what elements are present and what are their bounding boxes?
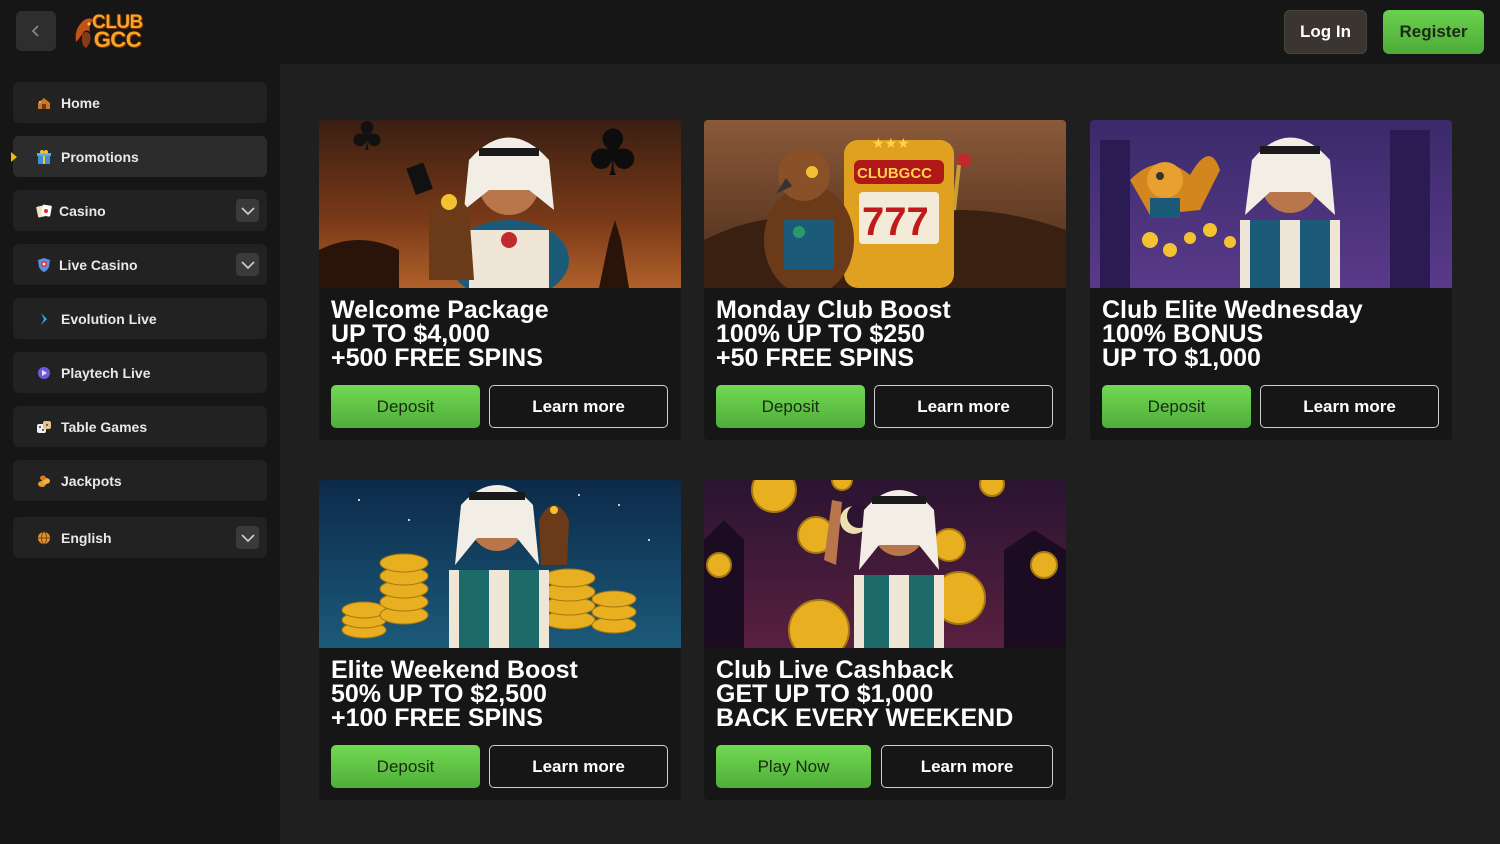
- chevron-down-icon[interactable]: [236, 199, 259, 222]
- learn-more-button[interactable]: Learn more: [489, 745, 668, 788]
- sidebar-item-label: Table Games: [61, 418, 148, 435]
- promo-title: Club Elite Wednesday 100% BONUS UP TO $1…: [1102, 296, 1363, 372]
- chevron-left-icon: [31, 25, 39, 37]
- learn-more-button[interactable]: Learn more: [489, 385, 668, 428]
- sidebar-item-label: Home: [61, 94, 100, 111]
- promo-image-welcome: ♣ ♣: [319, 120, 681, 288]
- promo-image-cashback: [704, 480, 1066, 648]
- promo-title-line2: GET UP TO $1,000: [716, 680, 934, 708]
- promo-image-wednesday: [1090, 120, 1452, 288]
- sidebar-item-label: Live Casino: [59, 256, 138, 273]
- sidebar-item-live-casino[interactable]: Live Casino: [13, 244, 267, 285]
- evolution-icon: [35, 310, 53, 328]
- sidebar-item-label: Jackpots: [61, 472, 122, 489]
- gift-icon: [35, 148, 53, 166]
- clubgcc-logo[interactable]: CLUB GCC: [70, 6, 150, 58]
- promo-title-line2: 100% BONUS: [1102, 320, 1264, 348]
- cards-icon: [35, 202, 53, 220]
- chevron-down-icon[interactable]: [236, 526, 259, 549]
- promo-title-line3: +100 FREE SPINS: [331, 704, 543, 732]
- promo-title-line1: Monday Club Boost: [716, 296, 951, 324]
- playtech-icon: [35, 364, 53, 382]
- promo-title-line1: Club Live Cashback: [716, 656, 954, 684]
- promo-title-line1: Elite Weekend Boost: [331, 656, 578, 684]
- promo-title: Elite Weekend Boost 50% UP TO $2,500 +10…: [331, 656, 578, 732]
- promo-card-club-live-cashback: Club Live Cashback GET UP TO $1,000 BACK…: [704, 480, 1066, 800]
- promo-image-monday: CLUBGCC ★★★ 777: [704, 120, 1066, 288]
- sidebar-item-label: Casino: [59, 202, 106, 219]
- deposit-button[interactable]: Deposit: [1102, 385, 1251, 428]
- deposit-button[interactable]: Deposit: [331, 385, 480, 428]
- learn-more-button[interactable]: Learn more: [1260, 385, 1439, 428]
- language-selector[interactable]: English: [13, 517, 267, 558]
- svg-text:777: 777: [862, 200, 929, 244]
- promo-card-club-elite-wednesday: Club Elite Wednesday 100% BONUS UP TO $1…: [1090, 120, 1452, 440]
- promo-image-weekend: [319, 480, 681, 648]
- chevron-down-icon[interactable]: [236, 253, 259, 276]
- login-button[interactable]: Log In: [1284, 10, 1367, 54]
- collapse-sidebar-button[interactable]: [16, 11, 56, 51]
- sidebar-item-table-games[interactable]: Table Games: [13, 406, 267, 447]
- top-header: CLUB GCC Log In Register: [0, 0, 1500, 64]
- logo-text-gcc: GCC: [93, 27, 142, 52]
- promo-title-line3: +500 FREE SPINS: [331, 344, 543, 372]
- svg-text:♣: ♣: [349, 120, 385, 160]
- promo-title: Welcome Package UP TO $4,000 +500 FREE S…: [331, 296, 549, 372]
- promo-title-line1: Club Elite Wednesday: [1102, 296, 1363, 324]
- svg-text:★★★: ★★★: [872, 136, 910, 152]
- promo-card-elite-weekend-boost: Elite Weekend Boost 50% UP TO $2,500 +10…: [319, 480, 681, 800]
- sidebar-item-playtech-live[interactable]: Playtech Live: [13, 352, 267, 393]
- learn-more-button[interactable]: Learn more: [874, 385, 1053, 428]
- promo-title-line3: BACK EVERY WEEKEND: [716, 704, 1014, 732]
- register-button[interactable]: Register: [1383, 10, 1484, 54]
- promo-title-line3: UP TO $1,000: [1102, 344, 1261, 372]
- deposit-button[interactable]: Deposit: [331, 745, 480, 788]
- dice-icon: [35, 418, 53, 436]
- active-indicator: [11, 152, 17, 162]
- svg-text:♣: ♣: [584, 120, 641, 191]
- promo-card-welcome-package: ♣ ♣ Welcome Package UP TO $4,000 +500 FR…: [319, 120, 681, 440]
- deposit-button[interactable]: Deposit: [716, 385, 865, 428]
- sidebar-item-promotions[interactable]: Promotions: [11, 136, 267, 177]
- promo-title-line1: Welcome Package: [331, 296, 549, 324]
- sidebar-item-label: Promotions: [61, 148, 139, 165]
- sidebar-item-evolution-live[interactable]: Evolution Live: [13, 298, 267, 339]
- home-icon: [35, 94, 53, 112]
- sidebar-item-jackpots[interactable]: Jackpots: [13, 460, 267, 501]
- live-shield-icon: [35, 256, 53, 274]
- learn-more-button[interactable]: Learn more: [881, 745, 1053, 788]
- logo-wordmark: CLUB GCC: [92, 13, 143, 52]
- play-now-button[interactable]: Play Now: [716, 745, 871, 788]
- promo-title: Club Live Cashback GET UP TO $1,000 BACK…: [716, 656, 1014, 732]
- slot-banner-text: CLUBGCC: [857, 165, 932, 182]
- promo-title-line2: 100% UP TO $250: [716, 320, 925, 348]
- promo-title-line2: UP TO $4,000: [331, 320, 490, 348]
- sidebar-item-casino[interactable]: Casino: [13, 190, 267, 231]
- sidebar-item-label: Playtech Live: [61, 364, 151, 381]
- sidebar-item-label: Evolution Live: [61, 310, 157, 327]
- promo-title-line2: 50% UP TO $2,500: [331, 680, 547, 708]
- sidebar: Home Promotions Casino Live Casino Evolu…: [0, 64, 280, 844]
- promo-title-line3: +50 FREE SPINS: [716, 344, 914, 372]
- promo-card-monday-club-boost: CLUBGCC ★★★ 777 Monday Club Boost 100% U…: [704, 120, 1066, 440]
- promo-title: Monday Club Boost 100% UP TO $250 +50 FR…: [716, 296, 951, 372]
- globe-icon: [35, 529, 53, 547]
- sidebar-item-home[interactable]: Home: [13, 82, 267, 123]
- coins-icon: [35, 472, 53, 490]
- language-label: English: [61, 529, 112, 546]
